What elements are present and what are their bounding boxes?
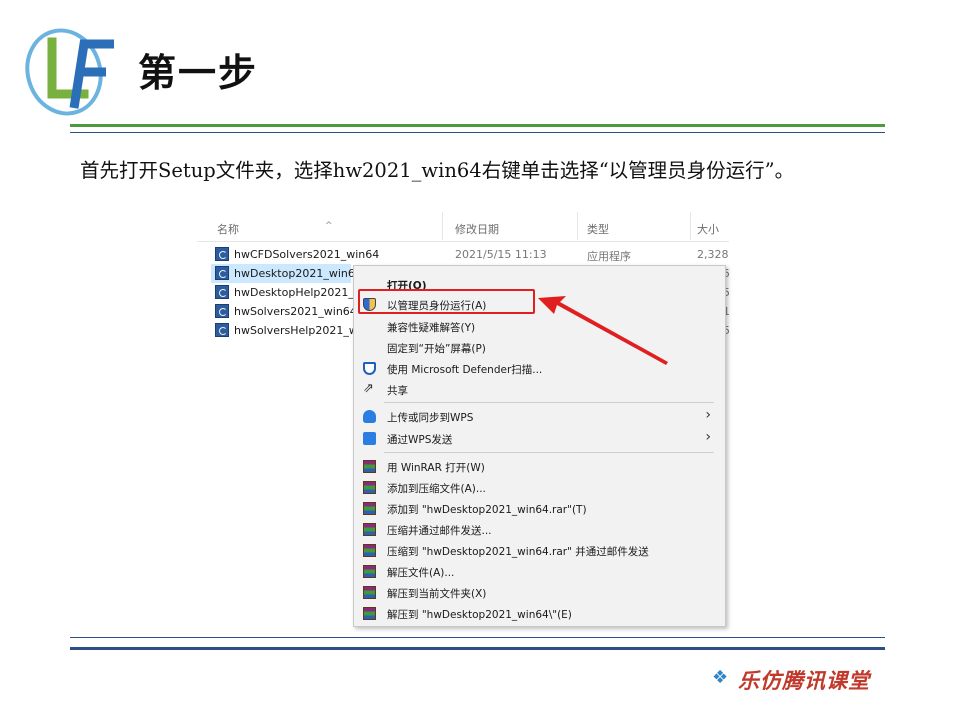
menu-item-label: 通过WPS发送: [387, 434, 453, 446]
file-name: hwSolversHelp2021_w: [234, 324, 358, 337]
annotation-arrow-icon: [538, 296, 668, 365]
slide-title: 第一步: [138, 51, 259, 95]
winrar-icon: [363, 607, 376, 620]
menu-item-label: 共享: [387, 385, 408, 397]
menu-item-add-to-rar[interactable]: 添加到 "hwDesktop2021_win64.rar"(T): [354, 498, 725, 518]
sort-ascending-icon[interactable]: ^: [325, 221, 333, 231]
share-icon: ⇗: [363, 381, 374, 396]
column-header-size[interactable]: 大小: [697, 221, 719, 237]
menu-item-extract-to-folder[interactable]: 解压到 "hwDesktop2021_win64\"(E): [354, 603, 725, 623]
menu-item-label: 解压到当前文件夹(X): [387, 588, 487, 600]
menu-item-label: 上传或同步到WPS: [387, 412, 474, 424]
menu-item-extract-files[interactable]: 解压文件(A)...: [354, 561, 725, 581]
menu-item-label: 解压到 "hwDesktop2021_win64\"(E): [387, 609, 572, 621]
file-row-selected[interactable]: hwDesktop2021_win64: [211, 264, 362, 283]
menu-item-label: 使用 Microsoft Defender扫描...: [387, 364, 543, 376]
menu-item-compress-to-rar-email[interactable]: 压缩到 "hwDesktop2021_win64.rar" 并通过邮件发送: [354, 540, 725, 560]
menu-item-add-to-archive[interactable]: 添加到压缩文件(A)...: [354, 477, 725, 497]
column-header-modified[interactable]: 修改日期: [455, 221, 499, 237]
menu-item-label: 用 WinRAR 打开(W): [387, 462, 485, 474]
app-icon: [215, 247, 229, 261]
menu-item-label: 解压文件(A)...: [387, 567, 455, 579]
app-icon: [215, 266, 229, 280]
footer-divider-blue-thick: [70, 647, 885, 650]
winrar-icon: [363, 460, 376, 473]
menu-separator: [384, 402, 714, 403]
file-row[interactable]: hwCFDSolvers2021_win64 2021/5/15 11:13 应…: [211, 245, 729, 264]
cloud-upload-icon: [363, 410, 376, 423]
winrar-icon: [363, 502, 376, 515]
menu-item-wps-send[interactable]: 通过WPS发送 ›: [354, 428, 725, 448]
column-header-type[interactable]: 类型: [587, 221, 609, 237]
file-name: hwSolvers2021_win64: [234, 305, 357, 318]
menu-item-label: 兼容性疑难解答(Y): [387, 322, 476, 334]
menu-item-wps-sync[interactable]: 上传或同步到WPS ›: [354, 406, 725, 426]
diamond-cluster-icon: ❖: [712, 667, 729, 688]
menu-item-compress-email[interactable]: 压缩并通过邮件发送...: [354, 519, 725, 539]
chevron-right-icon: ›: [705, 407, 711, 423]
file-size: 2,328,: [697, 248, 729, 261]
column-divider[interactable]: [690, 212, 691, 240]
winrar-icon: [363, 586, 376, 599]
winrar-icon: [363, 481, 376, 494]
winrar-icon: [363, 523, 376, 536]
highlight-box: [358, 289, 535, 314]
menu-item-winrar-open[interactable]: 用 WinRAR 打开(W): [354, 456, 725, 476]
menu-item-label: 压缩并通过邮件发送...: [387, 525, 492, 537]
file-date: 2021/5/15 11:13: [455, 248, 547, 261]
lf-logo: [22, 22, 122, 120]
header-divider-green: [70, 124, 885, 127]
app-icon: [215, 304, 229, 318]
defender-icon: [363, 362, 376, 375]
header-divider-blue: [70, 132, 885, 133]
winrar-icon: [363, 544, 376, 557]
menu-item-extract-here[interactable]: 解压到当前文件夹(X): [354, 582, 725, 602]
menu-item-label: 压缩到 "hwDesktop2021_win64.rar" 并通过邮件发送: [387, 546, 649, 558]
winrar-icon: [363, 565, 376, 578]
menu-item-label: 固定到“开始”屏幕(P): [387, 343, 486, 355]
file-name: hwDesktop2021_win64: [234, 267, 362, 280]
menu-item-label: 添加到 "hwDesktop2021_win64.rar"(T): [387, 504, 587, 516]
menu-item-share[interactable]: ⇗ 共享: [354, 379, 725, 399]
file-type: 应用程序: [587, 250, 631, 263]
chevron-right-icon: ›: [705, 429, 711, 445]
brand-watermark: ❖ 乐仿腾讯课堂: [712, 662, 892, 693]
column-header-name[interactable]: 名称: [217, 221, 239, 237]
menu-separator: [384, 452, 714, 453]
column-divider[interactable]: [577, 212, 578, 240]
menu-item-label: 添加到压缩文件(A)...: [387, 483, 486, 495]
column-divider[interactable]: [442, 212, 443, 240]
column-header-row: ^ 名称 修改日期 类型 大小: [197, 212, 729, 242]
instruction-text: 首先打开Setup文件夹，选择hw2021_win64右键单击选择“以管理员身份…: [80, 159, 795, 182]
footer-divider-blue: [70, 637, 885, 638]
app-icon: [215, 323, 229, 337]
brand-name: 乐仿腾讯课堂: [738, 668, 870, 693]
wps-send-icon: [363, 432, 376, 445]
file-name: hwCFDSolvers2021_win64: [234, 248, 380, 261]
file-name: hwDesktopHelp2021_w: [234, 286, 363, 299]
app-icon: [215, 285, 229, 299]
